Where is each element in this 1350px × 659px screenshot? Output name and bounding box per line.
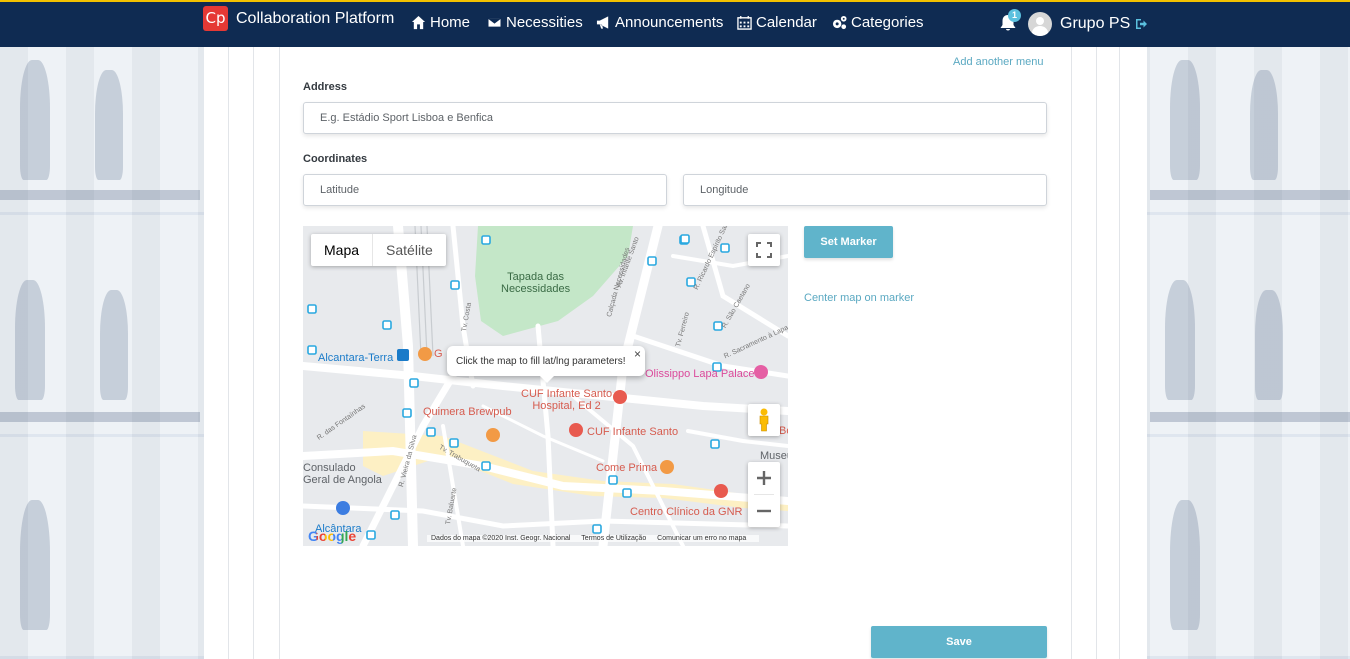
google-logo[interactable]: Google (308, 528, 356, 544)
panel-border (253, 47, 254, 659)
map-label-olissippo: Olissippo Lapa Palace (645, 368, 755, 380)
map-type-satellite-button[interactable]: Satélite (373, 234, 446, 266)
nav-categories-label: Categories (851, 14, 924, 31)
map-label-cuf: CUF Infante Santo (587, 426, 679, 438)
home-icon (411, 15, 426, 30)
background-illustration (20, 60, 50, 180)
report-error-link[interactable]: Comunicar um erro no mapa (657, 535, 746, 542)
logout-button[interactable] (1135, 17, 1147, 29)
user-avatar[interactable] (1028, 12, 1052, 36)
map-label-tapada: Tapada das Necessidades (501, 271, 571, 295)
background-illustration (1170, 60, 1200, 180)
address-label: Address (303, 81, 348, 93)
nav-necessities[interactable]: Necessities (487, 14, 583, 31)
background-illustration (100, 290, 128, 400)
save-button[interactable]: Save (871, 626, 1047, 658)
map-label-consulado: Consulado Geral de Angola (303, 462, 382, 486)
envelope-icon (487, 17, 502, 28)
zoom-out-button[interactable] (748, 495, 780, 527)
brand-name[interactable]: Collaboration Platform (236, 10, 394, 28)
nav-announcements[interactable]: Announcements (596, 14, 723, 31)
pegman-icon (759, 408, 769, 432)
info-close-button[interactable]: × (634, 347, 641, 361)
map-label-come-prima: Come Prima (596, 462, 658, 474)
fullscreen-icon (756, 242, 772, 258)
map-info-text: Click the map to fill lat/lng parameters… (456, 356, 626, 367)
nav-home-label: Home (430, 14, 471, 31)
background-illustration (1150, 190, 1350, 200)
background-illustration (1255, 290, 1283, 400)
panel-border (279, 47, 280, 659)
coordinates-label: Coordinates (303, 153, 368, 165)
nav-announcements-label: Announcements (615, 14, 724, 31)
calendar-icon (737, 15, 752, 30)
latitude-input[interactable] (303, 174, 667, 206)
longitude-input[interactable] (683, 174, 1047, 206)
map-data-credit: Dados do mapa ©2020 Inst. Geogr. Naciona… (431, 535, 571, 542)
panel-border (228, 47, 229, 659)
background-illustration (1165, 280, 1195, 400)
map-type-map-button[interactable]: Mapa (311, 234, 374, 266)
nav-calendar-label: Calendar (756, 14, 817, 31)
nav-necessities-label: Necessities (506, 14, 583, 31)
google-logo-text: Google (308, 528, 357, 544)
background-illustration (1150, 412, 1350, 422)
zoom-control (748, 462, 780, 527)
address-input[interactable] (303, 102, 1047, 134)
user-name[interactable]: Grupo PS (1060, 15, 1130, 33)
background-illustration (0, 190, 200, 200)
nav-categories[interactable]: Categories (832, 14, 924, 31)
map-label-alcantara-terra: Alcantara-Terra (318, 352, 394, 364)
background-illustration (15, 280, 45, 400)
notification-badge: 1 (1008, 9, 1021, 22)
background-illustration (20, 500, 50, 630)
center-map-on-marker-link[interactable]: Center map on marker (804, 292, 914, 304)
add-another-menu-link[interactable]: Add another menu (953, 56, 1044, 68)
background-illustration (1250, 70, 1278, 180)
map-type-control: Mapa Satélite (311, 234, 446, 266)
sign-out-icon (1136, 19, 1147, 29)
set-marker-button[interactable]: Set Marker (804, 226, 893, 258)
map-label-quimera: Quimera Brewpub (423, 406, 512, 418)
map-label-cuf-hospital: CUF Infante Santo Hospital, Ed 2 (521, 388, 613, 412)
panel-border (1071, 47, 1072, 659)
terms-of-use-link[interactable]: Termos de Utilização (581, 535, 646, 542)
nav-calendar[interactable]: Calendar (737, 14, 817, 31)
background-illustration (95, 70, 123, 180)
map-label-museu: Museu (760, 450, 788, 462)
nav-home[interactable]: Home (411, 14, 470, 31)
panel-border (1119, 47, 1120, 659)
navbar-accent-line (0, 0, 1350, 2)
map-label-g-partial: G (434, 348, 443, 360)
zoom-in-button[interactable] (748, 462, 780, 494)
background-illustration (0, 412, 200, 422)
bullhorn-icon (596, 16, 609, 29)
background-illustration (1170, 500, 1200, 630)
map-attribution: Dados do mapa ©2020 Inst. Geogr. Naciona… (427, 535, 760, 542)
fullscreen-button[interactable] (748, 234, 780, 266)
map-label-centro-clinico: Centro Clínico da GNR (630, 506, 743, 518)
map-label-bo-partial: Bo (779, 425, 788, 437)
google-map[interactable]: Tapada das Necessidades Alcantara-Terra … (303, 226, 788, 546)
street-view-pegman[interactable] (748, 404, 780, 436)
brand-logo[interactable]: Cp (203, 6, 228, 31)
top-navbar: Cp Collaboration Platform Home Necessiti… (0, 0, 1350, 47)
map-info-window: Click the map to fill lat/lng parameters… (447, 346, 645, 383)
cogs-icon (832, 15, 847, 30)
panel-border (1096, 47, 1097, 659)
